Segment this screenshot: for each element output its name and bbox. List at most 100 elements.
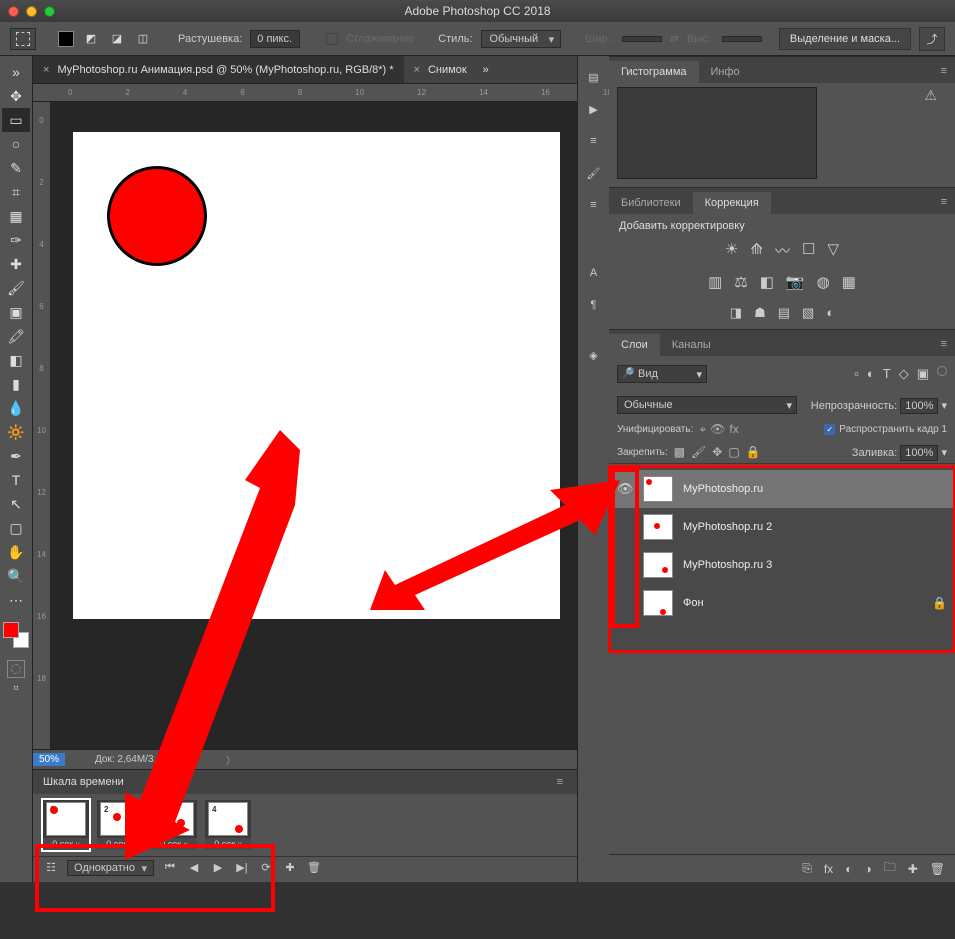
pen-tool[interactable]: ✒ bbox=[2, 444, 30, 468]
color-swatches[interactable] bbox=[3, 622, 29, 648]
photo-filter-icon[interactable]: 📷 bbox=[786, 273, 805, 291]
zoom-tool[interactable]: 🔍 bbox=[2, 564, 30, 588]
clone-stamp-tool[interactable]: ▣ bbox=[2, 300, 30, 324]
fill-value[interactable]: 100% bbox=[900, 445, 938, 461]
lookup-icon[interactable]: ▦ bbox=[842, 273, 856, 291]
panel-menu-icon[interactable]: ≡ bbox=[549, 770, 571, 794]
timeline-frame[interactable]: 30 сек.˅ bbox=[151, 800, 197, 850]
gradient-tool[interactable]: ▮ bbox=[2, 372, 30, 396]
pilcrow-icon[interactable]: ¶ bbox=[583, 294, 605, 316]
filter-pixel-icon[interactable]: ▫ bbox=[854, 366, 859, 382]
select-and-mask-button[interactable]: Выделение и маска... bbox=[779, 28, 911, 50]
foreground-color[interactable] bbox=[3, 622, 19, 638]
prev-frame-icon[interactable]: ◀ bbox=[186, 861, 202, 874]
next-frame-icon[interactable]: ▶| bbox=[234, 861, 250, 874]
lock-all-icon[interactable]: 🔒 bbox=[746, 445, 761, 459]
unify-visibility-icon[interactable]: 👁 bbox=[710, 422, 725, 437]
channel-mixer-icon[interactable]: ◍ bbox=[817, 273, 830, 291]
quick-mask-toggle[interactable] bbox=[7, 660, 25, 678]
feather-input[interactable]: 0 пикс. bbox=[250, 30, 300, 48]
new-adjust-icon[interactable]: ◑ bbox=[864, 862, 871, 876]
tab-channels[interactable]: Каналы bbox=[660, 334, 723, 356]
close-tab-icon[interactable]: × bbox=[414, 64, 420, 76]
play-icon[interactable]: ▶ bbox=[210, 861, 226, 874]
blend-mode-dropdown[interactable]: Обычные bbox=[617, 396, 797, 414]
frame-duration[interactable]: 0 сек.˅ bbox=[151, 838, 197, 850]
layer-row[interactable]: MyPhotoshop.ru 2 bbox=[609, 508, 955, 546]
layer-thumbnail[interactable] bbox=[643, 552, 673, 578]
frame-duration[interactable]: 0 сек.˅ bbox=[97, 838, 143, 850]
ruler-horizontal[interactable]: 024681012141618 bbox=[33, 84, 577, 102]
path-select-tool[interactable]: ↖ bbox=[2, 492, 30, 516]
tab-libraries[interactable]: Библиотеки bbox=[609, 192, 693, 214]
timeline-frame[interactable]: 20 сек.˅ bbox=[97, 800, 143, 850]
ruler-vertical[interactable]: 024681012141618 bbox=[33, 102, 51, 749]
panel-menu-icon[interactable]: ≡ bbox=[933, 332, 955, 356]
opacity-value[interactable]: 100% bbox=[900, 398, 938, 414]
bw-icon[interactable]: ◧ bbox=[760, 273, 774, 291]
delete-layer-icon[interactable]: 🗑 bbox=[930, 862, 945, 876]
first-frame-icon[interactable]: ⏮ bbox=[162, 861, 178, 874]
letter-a-icon[interactable]: A bbox=[583, 262, 605, 284]
panel-bars2-icon[interactable]: ≡ bbox=[583, 130, 605, 152]
screen-mode-icon[interactable]: ▫ bbox=[2, 678, 30, 696]
close-tab-icon[interactable]: × bbox=[43, 64, 49, 76]
tab-layers[interactable]: Слои bbox=[609, 334, 660, 356]
threshold-icon[interactable]: ▤ bbox=[778, 305, 790, 321]
timeline-convert-icon[interactable]: ☷ bbox=[43, 861, 59, 874]
exposure-icon[interactable]: ☐ bbox=[802, 240, 815, 261]
color-balance-icon[interactable]: ⚖ bbox=[734, 273, 747, 291]
unify-position-icon[interactable]: ⌖ bbox=[699, 422, 706, 437]
invert-icon[interactable]: ◨ bbox=[730, 305, 742, 321]
propagate-checkbox[interactable]: ✓ bbox=[824, 424, 835, 435]
tween-icon[interactable]: ⟳ bbox=[258, 861, 274, 874]
tab-adjustments[interactable]: Коррекция bbox=[693, 192, 771, 214]
eraser-tool[interactable]: ◧ bbox=[2, 348, 30, 372]
history-brush-tool[interactable]: 🖍 bbox=[2, 324, 30, 348]
fill-chevron-icon[interactable]: ▾ bbox=[941, 447, 947, 459]
layer-row[interactable]: Фон🔒 bbox=[609, 584, 955, 622]
doc-size-info[interactable]: Док: 2,64M/3,26M bbox=[95, 754, 176, 765]
crop-tool[interactable]: ⌗ bbox=[2, 180, 30, 204]
posterize-icon[interactable]: ☗ bbox=[754, 305, 766, 321]
dodge-tool[interactable]: 🔆 bbox=[2, 420, 30, 444]
delete-frame-icon[interactable]: 🗑 bbox=[306, 861, 322, 874]
filter-shape-icon[interactable]: ◇ bbox=[899, 366, 909, 382]
healing-brush-tool[interactable]: ✚ bbox=[2, 252, 30, 276]
rectangle-tool[interactable]: ▢ bbox=[2, 516, 30, 540]
layer-row[interactable]: 👁MyPhotoshop.ru bbox=[609, 470, 955, 508]
lock-paint-icon[interactable]: 🖌 bbox=[691, 445, 706, 459]
brush-panel-icon[interactable]: 🖌 bbox=[583, 162, 605, 184]
loop-dropdown[interactable]: Однократно bbox=[67, 860, 154, 876]
lock-transparent-icon[interactable]: ▩ bbox=[674, 445, 685, 459]
add-mask-icon[interactable]: ◐ bbox=[845, 862, 852, 876]
selective-color-icon[interactable]: ◐ bbox=[826, 305, 834, 321]
filter-toggle[interactable] bbox=[937, 366, 947, 376]
play-icon[interactable]: ▶ bbox=[583, 98, 605, 120]
tab-overflow-icon[interactable]: » bbox=[477, 56, 495, 83]
new-frame-icon[interactable]: ✚ bbox=[282, 861, 298, 874]
panel-menu-icon[interactable]: ≡ bbox=[933, 59, 955, 83]
frame-duration[interactable]: 0 сек.˅ bbox=[205, 838, 251, 850]
layer-filter-dropdown[interactable]: Вид bbox=[617, 365, 707, 383]
subtract-selection-icon[interactable]: ◫ bbox=[134, 30, 152, 48]
timeline-frame[interactable]: 10 сек.˅ bbox=[43, 800, 89, 850]
options-tool[interactable]: ⋯ bbox=[2, 588, 30, 612]
hue-sat-icon[interactable]: ▥ bbox=[708, 273, 722, 291]
opacity-chevron-icon[interactable]: ▾ bbox=[941, 400, 947, 412]
layer-thumbnail[interactable] bbox=[643, 514, 673, 540]
style-dropdown[interactable]: Обычный bbox=[481, 30, 562, 48]
layer-thumbnail[interactable] bbox=[643, 590, 673, 616]
curves-icon[interactable]: 〰 bbox=[775, 240, 790, 261]
filter-smart-icon[interactable]: ▣ bbox=[917, 366, 929, 382]
tool-indicator[interactable] bbox=[10, 28, 36, 50]
filter-adjust-icon[interactable]: ◐ bbox=[867, 366, 875, 382]
tab-info[interactable]: Инфо bbox=[699, 61, 752, 83]
lock-artboard-icon[interactable]: ▢ bbox=[728, 445, 739, 459]
document-tab-second[interactable]: × Снимок bbox=[404, 56, 477, 83]
move-tool[interactable]: ✥ bbox=[2, 84, 30, 108]
blur-tool[interactable]: 💧 bbox=[2, 396, 30, 420]
canvas-area[interactable] bbox=[51, 102, 577, 749]
new-layer-icon[interactable]: ✚ bbox=[908, 862, 918, 876]
gradient-map-icon[interactable]: ▧ bbox=[802, 305, 814, 321]
